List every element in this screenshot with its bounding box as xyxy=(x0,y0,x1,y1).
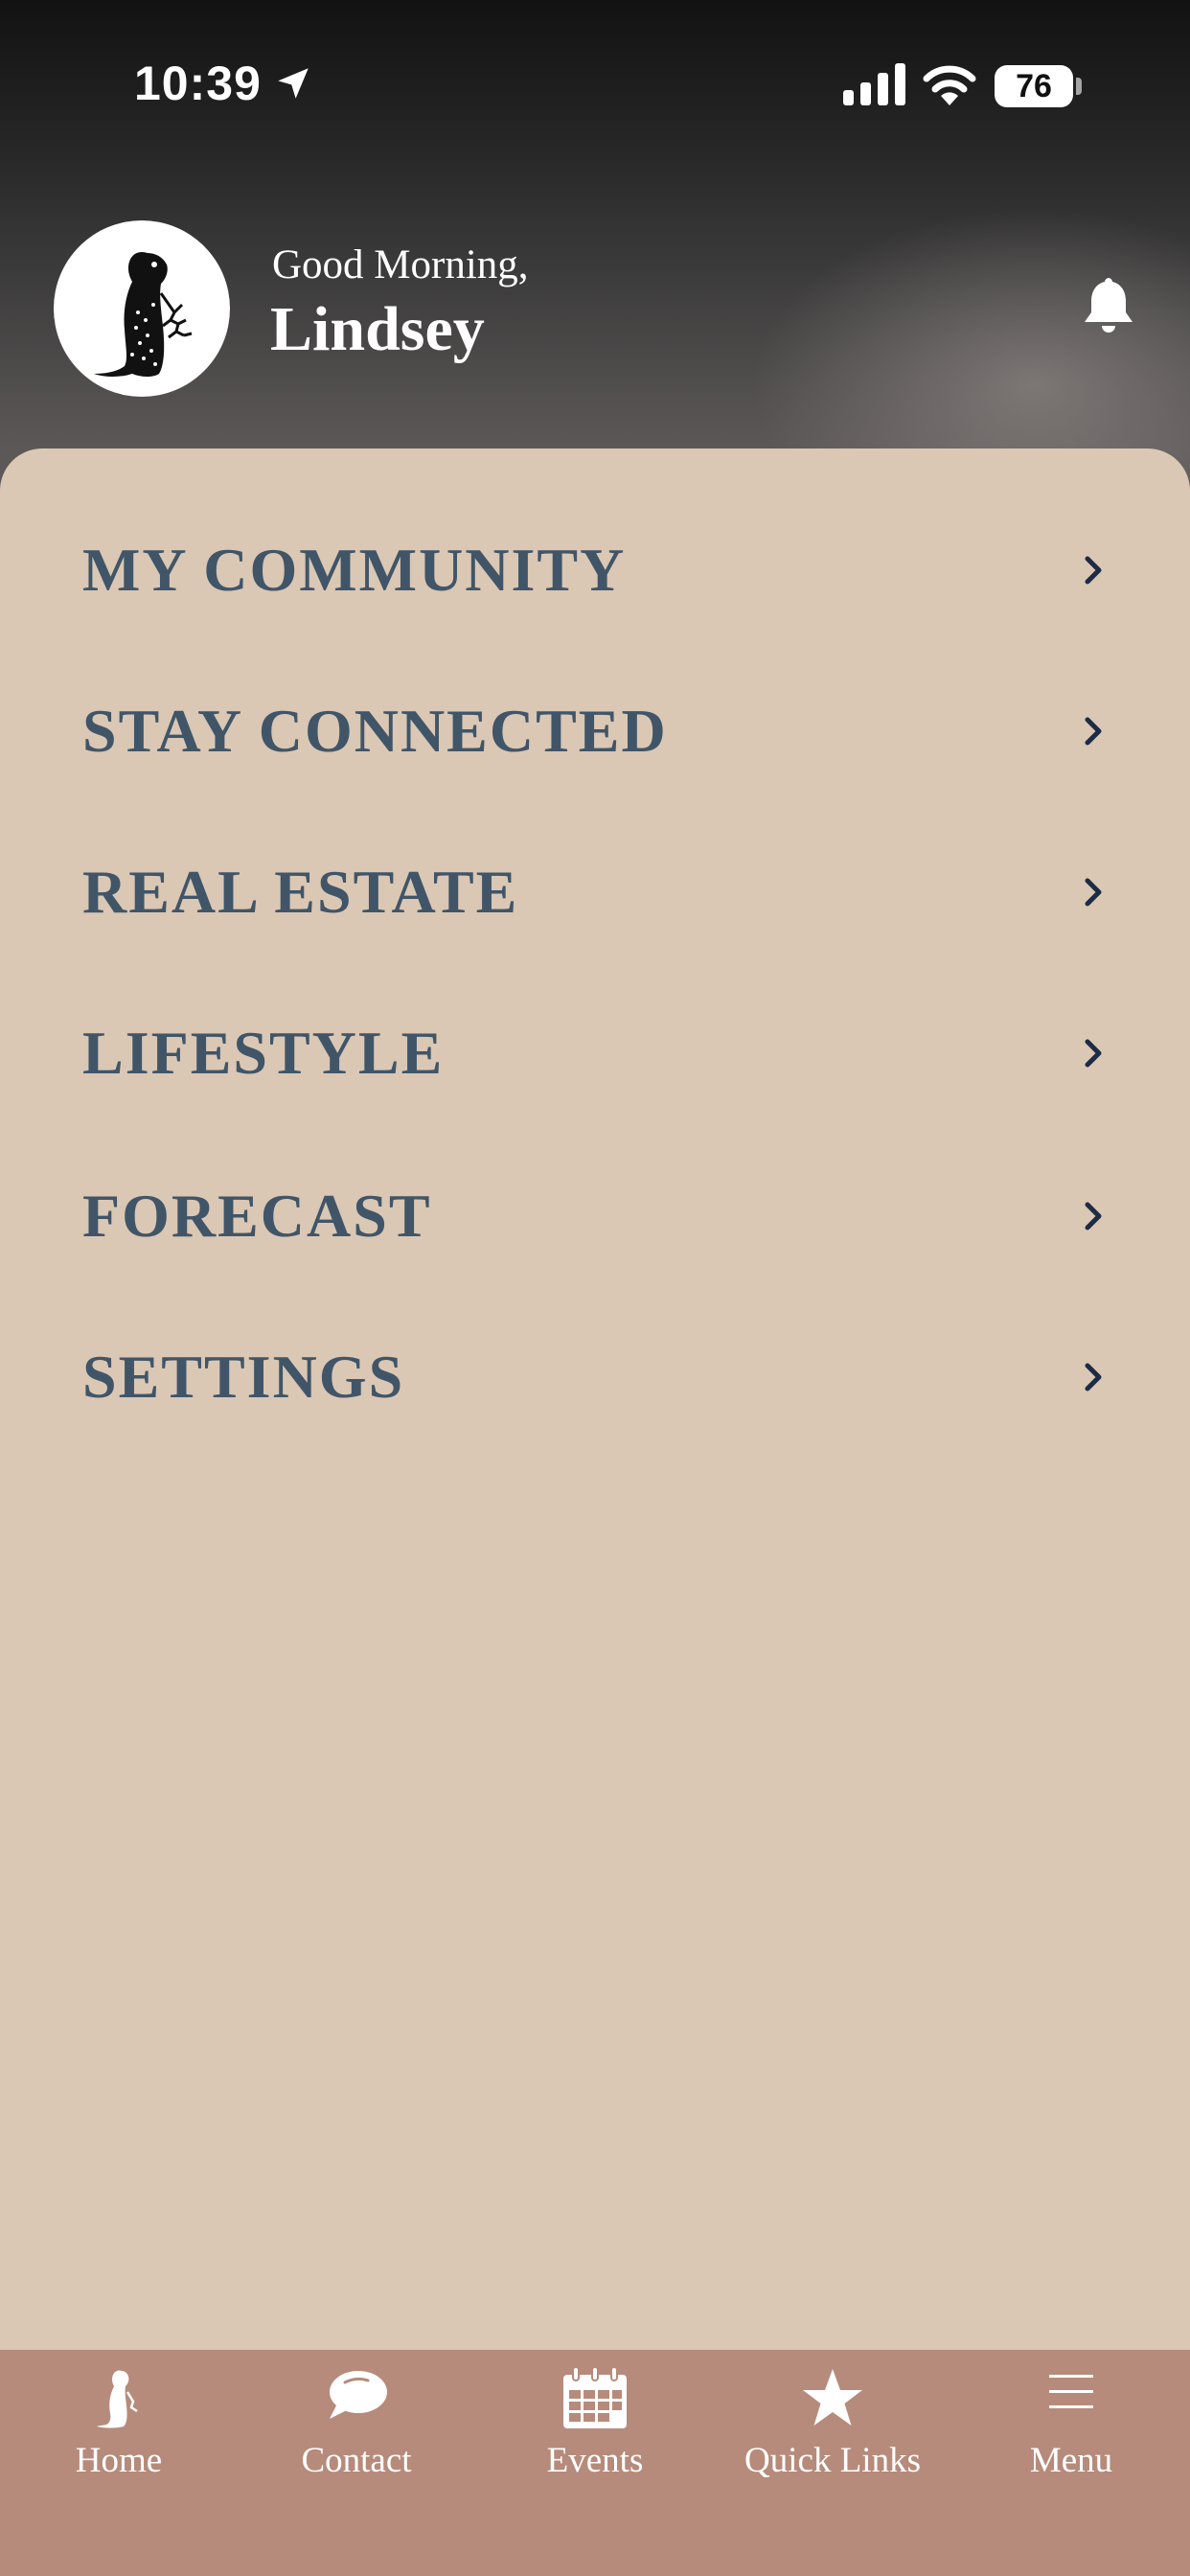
tab-contact[interactable]: Contact xyxy=(238,2350,475,2576)
tab-label: Menu xyxy=(1029,2441,1113,2480)
location-arrow-icon xyxy=(278,68,309,99)
menu-item-stay-connected[interactable]: STAY CONNECTED xyxy=(0,659,1190,803)
tab-label: Quick Links xyxy=(744,2441,921,2480)
avatar[interactable] xyxy=(54,220,230,397)
bottom-tab-bar: Home Contact Events Quick Links Menu xyxy=(0,2350,1190,2576)
cellular-signal-icon xyxy=(843,63,905,105)
tab-label: Events xyxy=(546,2441,644,2480)
calendar-icon xyxy=(563,2367,627,2428)
menu-item-label: STAY CONNECTED xyxy=(82,697,668,765)
tab-home[interactable]: Home xyxy=(0,2350,238,2576)
status-time: 10:39 xyxy=(134,57,262,110)
menu-item-label: REAL ESTATE xyxy=(82,858,519,926)
chevron-right-icon xyxy=(1085,878,1102,907)
menu-item-label: MY COMMUNITY xyxy=(82,536,627,604)
menu-item-my-community[interactable]: MY COMMUNITY xyxy=(0,498,1190,642)
hamburger-icon xyxy=(1049,2375,1093,2408)
chevron-right-icon xyxy=(1085,1202,1102,1230)
bell-icon[interactable] xyxy=(1081,274,1136,337)
greeting-text: Good Morning, xyxy=(272,242,529,288)
tab-label: Home xyxy=(75,2441,163,2480)
wifi-icon xyxy=(923,65,976,105)
tab-quick-links[interactable]: Quick Links xyxy=(714,2350,951,2576)
menu-item-settings[interactable]: SETTINGS xyxy=(0,1305,1190,1449)
chevron-right-icon xyxy=(1085,717,1102,746)
main-menu-panel: MY COMMUNITY STAY CONNECTED REAL ESTATE … xyxy=(0,448,1190,2350)
tab-label: Contact xyxy=(301,2441,412,2480)
tab-events[interactable]: Events xyxy=(476,2350,714,2576)
menu-item-label: LIFESTYLE xyxy=(82,1019,445,1087)
menu-item-lifestyle[interactable]: LIFESTYLE xyxy=(0,981,1190,1125)
chevron-right-icon xyxy=(1085,1039,1102,1068)
battery-indicator: 76 xyxy=(995,65,1073,107)
prairie-dog-logo-icon xyxy=(94,251,193,377)
user-name: Lindsey xyxy=(270,294,485,364)
prairie-dog-icon xyxy=(97,2370,138,2428)
menu-item-label: FORECAST xyxy=(82,1182,432,1250)
menu-item-real-estate[interactable]: REAL ESTATE xyxy=(0,820,1190,964)
chevron-right-icon xyxy=(1085,1363,1102,1392)
menu-item-label: SETTINGS xyxy=(82,1343,405,1411)
battery-cap xyxy=(1076,78,1082,95)
chevron-right-icon xyxy=(1085,556,1102,585)
chat-bubble-icon xyxy=(330,2371,387,2419)
menu-item-forecast[interactable]: FORECAST xyxy=(0,1144,1190,1288)
star-icon xyxy=(803,2369,862,2426)
tab-menu[interactable]: Menu xyxy=(952,2350,1190,2576)
status-bar: 10:39 76 xyxy=(0,0,1190,172)
